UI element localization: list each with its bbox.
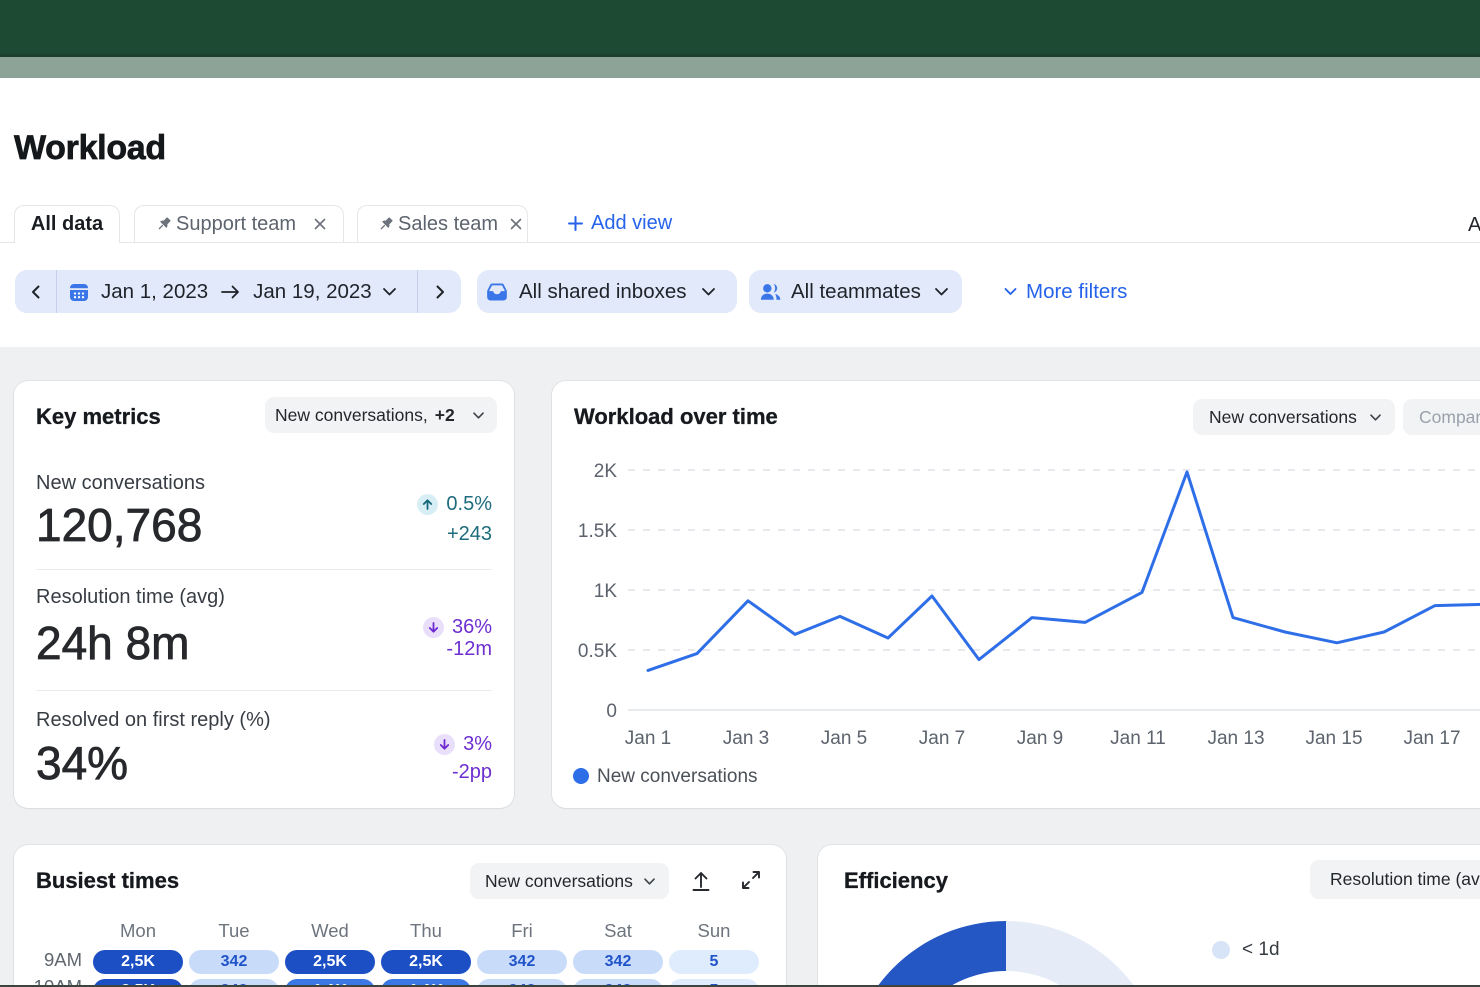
svg-text:1.5K: 1.5K [578,521,617,542]
svg-text:Jan 9: Jan 9 [1017,728,1063,749]
svg-text:Jan 15: Jan 15 [1305,728,1362,749]
svg-text:Jan 7: Jan 7 [919,728,965,749]
svg-text:Jan 17: Jan 17 [1403,728,1460,749]
svg-text:Jan 3: Jan 3 [723,728,769,749]
svg-text:2K: 2K [594,461,618,482]
svg-text:New conversations: New conversations [597,766,758,787]
svg-text:0.5K: 0.5K [578,641,617,662]
svg-text:Jan 1: Jan 1 [625,728,671,749]
svg-text:0: 0 [606,701,617,722]
svg-text:1K: 1K [594,581,618,602]
svg-text:Jan 11: Jan 11 [1110,728,1166,749]
svg-text:Jan 13: Jan 13 [1207,728,1264,749]
svg-text:Jan 5: Jan 5 [821,728,867,749]
